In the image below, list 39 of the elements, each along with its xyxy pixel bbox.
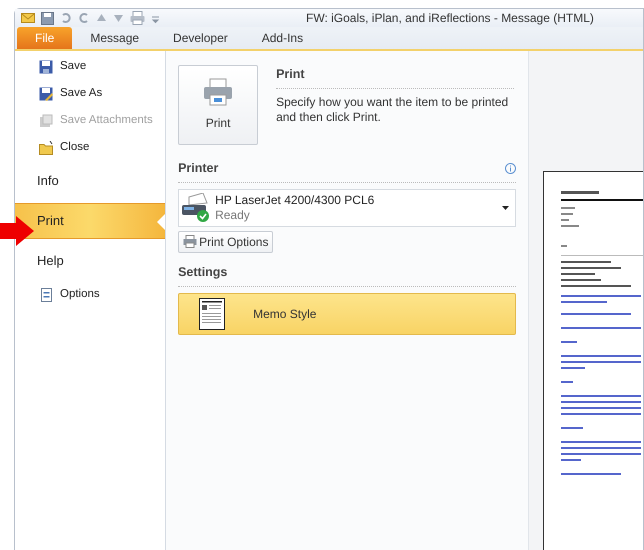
redo-icon[interactable] bbox=[78, 12, 90, 24]
backstage-command[interactable]: Save bbox=[15, 53, 166, 80]
printer-name: HP LaserJet 4200/4300 PCL6 bbox=[215, 192, 376, 208]
arrow-overlay bbox=[0, 216, 34, 246]
backstage-command[interactable]: Options bbox=[15, 281, 166, 308]
printer-dropdown[interactable]: HP LaserJet 4200/4300 PCL6 Ready bbox=[178, 188, 516, 227]
print-style-dropdown[interactable]: Memo Style bbox=[178, 292, 516, 334]
undo-icon[interactable] bbox=[60, 12, 72, 24]
window-title: FW: iGoals, iPlan, and iReflections - Message (HTML) bbox=[306, 10, 594, 27]
section-heading: Print bbox=[276, 65, 514, 89]
description-text: Specify how you want the item to be printed and then click Print. bbox=[276, 94, 510, 125]
backstage-tab[interactable]: Print bbox=[15, 203, 166, 239]
backstage-tab[interactable]: Info bbox=[15, 163, 166, 199]
printer-status: Ready bbox=[215, 208, 251, 223]
backstage-tab[interactable]: Help bbox=[15, 243, 166, 279]
down-arrow-icon[interactable] bbox=[113, 13, 124, 23]
folder-icon bbox=[39, 140, 53, 154]
section-heading: Printer bbox=[178, 160, 218, 177]
dropdown-caret-icon bbox=[502, 206, 509, 210]
backstage-command[interactable]: Close bbox=[15, 134, 166, 161]
info-icon[interactable] bbox=[505, 162, 516, 174]
printer-icon[interactable] bbox=[130, 11, 145, 25]
save-icon[interactable] bbox=[41, 12, 54, 24]
printer-icon bbox=[203, 78, 234, 106]
backstage-command[interactable]: Save As bbox=[15, 80, 166, 107]
printer-settings-icon bbox=[183, 235, 198, 248]
save-as-icon bbox=[39, 86, 53, 100]
ribbon-tab[interactable]: Message bbox=[74, 27, 156, 49]
ribbon-tab[interactable]: Add-Ins bbox=[246, 27, 320, 49]
envelope-icon bbox=[21, 12, 35, 24]
print-button[interactable]: Print bbox=[178, 65, 258, 145]
section-heading: Settings bbox=[178, 262, 516, 286]
ribbon-tab[interactable]: Developer bbox=[157, 27, 244, 49]
save-icon bbox=[39, 60, 53, 74]
print-options-button[interactable]: Print Options bbox=[178, 230, 274, 253]
attachment-icon bbox=[39, 114, 53, 128]
memo-style-icon bbox=[199, 298, 226, 330]
document-icon bbox=[39, 288, 53, 302]
up-arrow-icon[interactable] bbox=[96, 13, 107, 23]
